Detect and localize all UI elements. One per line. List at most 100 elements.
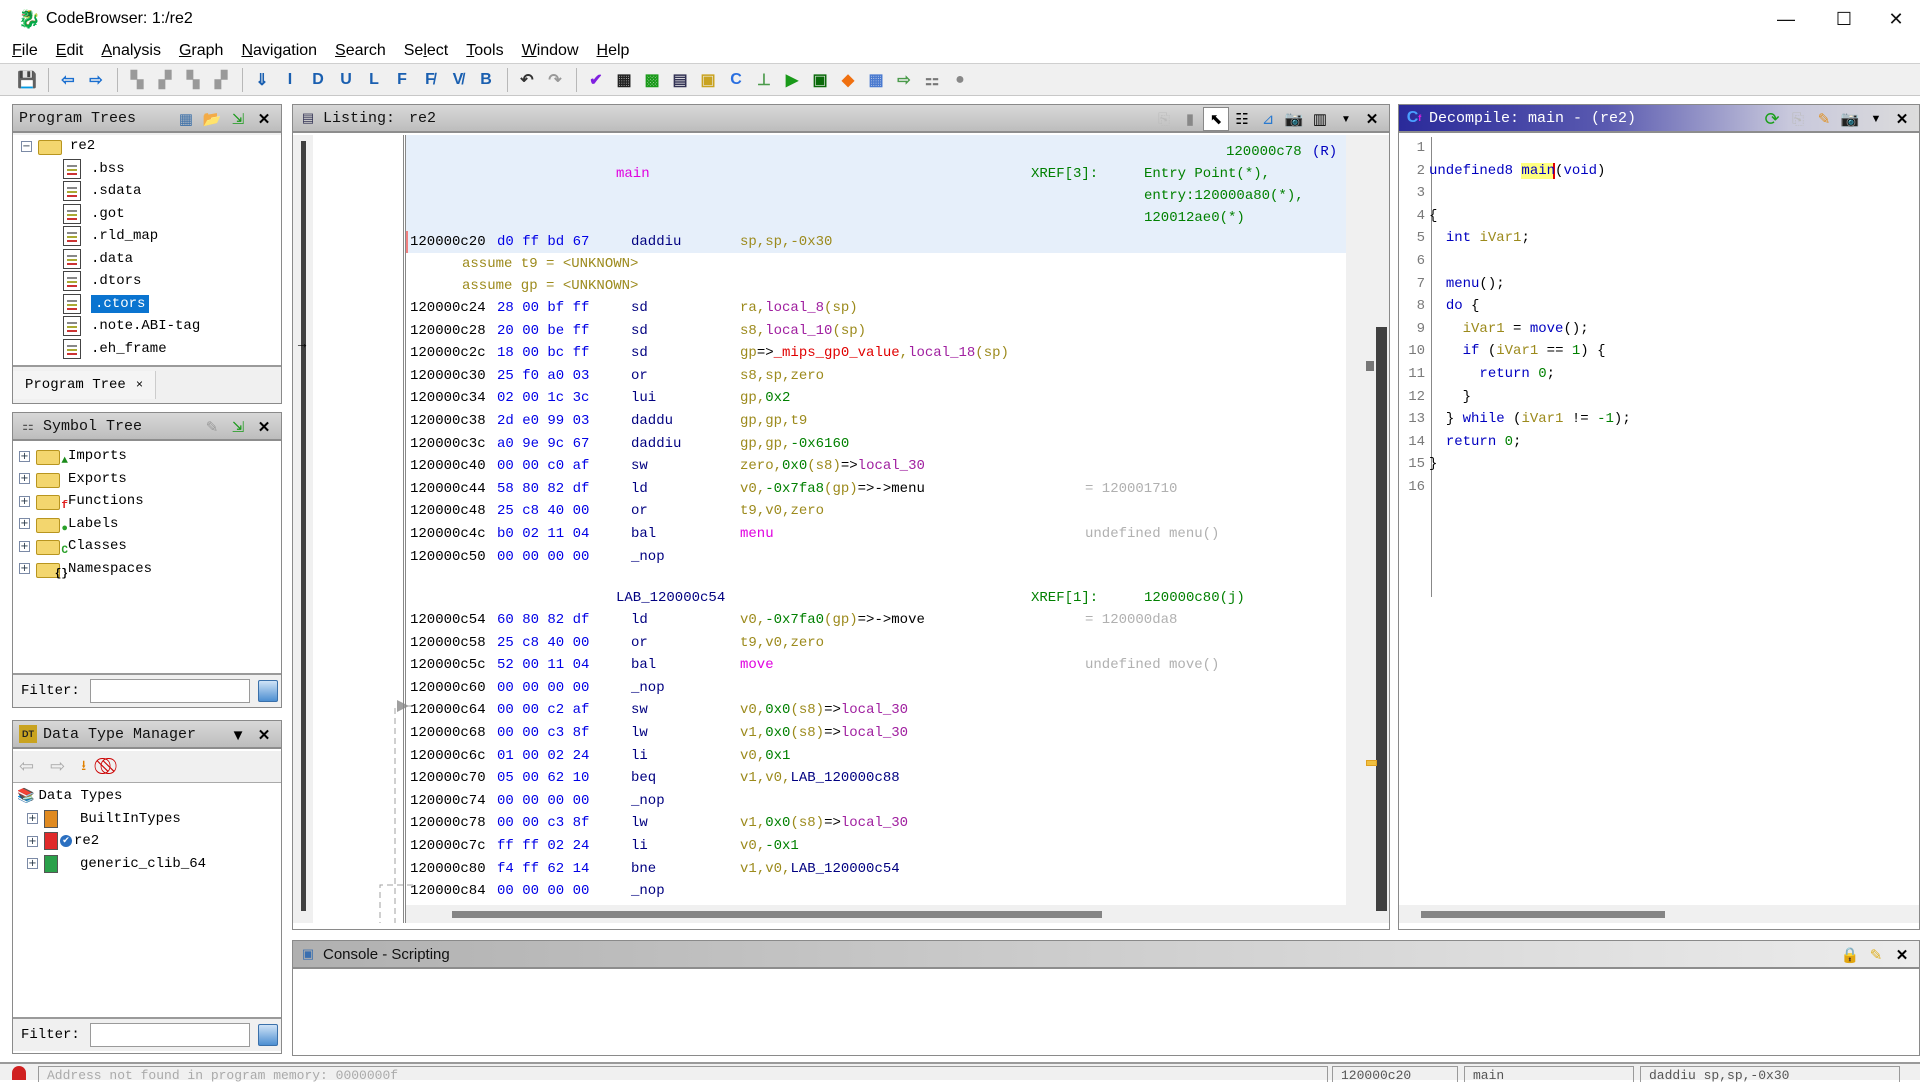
next-bookmark-icon[interactable]: V̸ [445,67,471,93]
dropdown-icon[interactable]: ▼ [1863,107,1889,131]
instruction-mnemonic[interactable]: sw [631,455,648,477]
snapshot-icon[interactable]: 📷 [1837,107,1863,131]
instruction-mnemonic[interactable]: bal [631,523,656,545]
xref-entry[interactable]: Entry Point(*), [1144,163,1270,185]
open-tree-icon[interactable]: 📂 [199,107,225,131]
cursor-select-icon[interactable]: ⬉ [1203,107,1229,131]
instruction-mnemonic[interactable]: bne [631,858,656,880]
instruction-operands[interactable]: gp,gp,-0x6160 [740,433,849,455]
tree-item[interactable]: .sdata [13,180,281,203]
code-line[interactable]: return 0; [1429,431,1522,453]
dropdown-icon[interactable]: ▼ [225,723,251,747]
export-icon[interactable]: ⇨ [891,67,917,93]
field-edit-icon[interactable]: ☷ [1229,107,1255,131]
instruction-mnemonic[interactable]: beq [631,767,656,789]
instruction-operands[interactable]: v0,-0x1 [740,835,799,857]
instruction-operands[interactable]: v0,0x1 [740,745,790,767]
maximize-button[interactable]: ☐ [1816,0,1872,38]
instruction-address[interactable]: 120000c6c [410,745,486,767]
snapshot-icon[interactable]: 📷 [1281,107,1307,131]
instruction-operands[interactable]: ra,local_8(sp) [740,297,858,319]
next-label-icon[interactable]: L [361,67,387,93]
instruction-address[interactable]: 120000c80 [410,858,486,880]
code-line[interactable]: undefined8 main(void) [1429,160,1605,182]
instruction-address[interactable]: 120000c24 [410,297,486,319]
copy-icon[interactable]: ⎘ [1785,107,1811,131]
instruction-mnemonic[interactable]: _nop [631,790,665,812]
code-line[interactable]: { [1429,205,1437,227]
menu-navigation[interactable]: Navigation [241,42,317,60]
scroll-thumb[interactable] [1421,911,1665,918]
expand-icon[interactable]: + [19,563,30,575]
save-icon[interactable]: 💾 [14,67,40,93]
instruction-mnemonic[interactable]: daddiu [631,433,681,455]
instruction-operands[interactable]: v0,-0x7fa8(gp)=>->menu [740,478,925,500]
archive-item[interactable]: + generic_clib_64 [17,853,277,876]
register-icon[interactable]: ▣ [807,67,833,93]
instruction-address[interactable]: 120000c44 [410,478,486,500]
instruction-mnemonic[interactable]: sd [631,320,648,342]
tree-item[interactable]: .dtors [13,270,281,293]
close-panel-icon[interactable]: ✕ [251,415,277,439]
tree-item[interactable]: .note.ABI-tag [13,315,281,338]
tree-item[interactable]: .got [13,203,281,226]
diff-icon[interactable]: ⊿ [1255,107,1281,131]
instruction-address[interactable]: 120000c38 [410,410,486,432]
instruction-mnemonic[interactable]: sd [631,342,648,364]
instruction-mnemonic[interactable]: lw [631,812,648,834]
instruction-address[interactable]: 120000c60 [410,677,486,699]
menu-window[interactable]: Window [522,42,579,60]
code-line[interactable]: iVar1 = move(); [1429,318,1589,340]
instruction-operands[interactable]: menu [740,523,774,545]
expand-icon[interactable]: + [19,473,30,485]
symbol-tree-functions[interactable]: + f Functions [19,490,277,513]
xref-address[interactable]: 120000c78 [1226,141,1302,163]
instruction-operands[interactable]: v1,0x0(s8)=>local_30 [740,812,908,834]
menu-select[interactable]: Select [404,42,448,60]
instruction-operands[interactable]: move [740,654,774,676]
menu-file[interactable]: File [12,42,38,60]
instruction-operands[interactable]: gp=>_mips_gp0_value,local_18(sp) [740,342,1009,364]
instruction-operands[interactable]: s8,local_10(sp) [740,320,866,342]
listing-content[interactable]: 120000c78 (R) main XREF[3]: Entry Point(… [406,135,1346,905]
code-line[interactable]: do { [1429,295,1480,317]
code-line[interactable]: menu(); [1429,273,1505,295]
prev-highlight-icon[interactable]: ▞ [208,67,234,93]
scroll-thumb[interactable] [452,911,1102,918]
back-icon[interactable]: ⇦ [55,67,81,93]
decompiler-horizontal-scrollbar[interactable] [1399,905,1919,923]
navigate-icon[interactable]: ⇲ [225,415,251,439]
expand-icon[interactable]: + [19,450,30,462]
instruction-mnemonic[interactable]: ld [631,478,648,500]
close-window-button[interactable]: ✕ [1872,0,1920,38]
next-non-function-icon[interactable]: F̸ [417,67,443,93]
instruction-address[interactable]: 120000c64 [410,699,486,721]
menu-search[interactable]: Search [335,42,386,60]
symbol-filter-input[interactable] [89,679,250,703]
instruction-mnemonic[interactable]: sd [631,297,648,319]
forward-icon[interactable]: ⇨ [50,756,65,777]
prev-selected-icon[interactable]: ▞ [152,67,178,93]
next-different-value-icon[interactable]: B [473,67,499,93]
scroll-lock-icon[interactable]: 🔒 [1837,943,1863,967]
xref-entry[interactable]: 120012ae0(*) [1144,207,1245,229]
minimize-button[interactable]: — [1758,0,1814,38]
instruction-operands[interactable]: gp,gp,t9 [740,410,807,432]
instruction-operands[interactable]: v1,0x0(s8)=>local_30 [740,722,908,744]
run-script-icon[interactable]: ▶ [779,67,805,93]
tree-item[interactable]: .ctors [13,293,281,316]
debugger-icon[interactable]: ● [947,67,973,93]
instruction-address[interactable]: 120000c50 [410,546,486,568]
next-data-icon[interactable]: D [305,67,331,93]
instruction-address[interactable]: 120000c84 [410,880,486,902]
instruction-mnemonic[interactable]: _nop [631,677,665,699]
next-instruction-icon[interactable]: I [277,67,303,93]
decompiler-code[interactable]: 1 2 undefined8 main(void) 3 4{5 int iVar1; 6 7… [1399,137,1919,597]
tree-item[interactable]: .bss [13,158,281,181]
instruction-address[interactable]: 120000c58 [410,632,486,654]
dtm-filter-input[interactable] [89,1023,250,1047]
tree-item[interactable]: .rld_map [13,225,281,248]
instruction-mnemonic[interactable]: or [631,365,648,387]
symbol-tree-classes[interactable]: + C Classes [19,535,277,558]
instruction-mnemonic[interactable]: _nop [631,880,665,902]
